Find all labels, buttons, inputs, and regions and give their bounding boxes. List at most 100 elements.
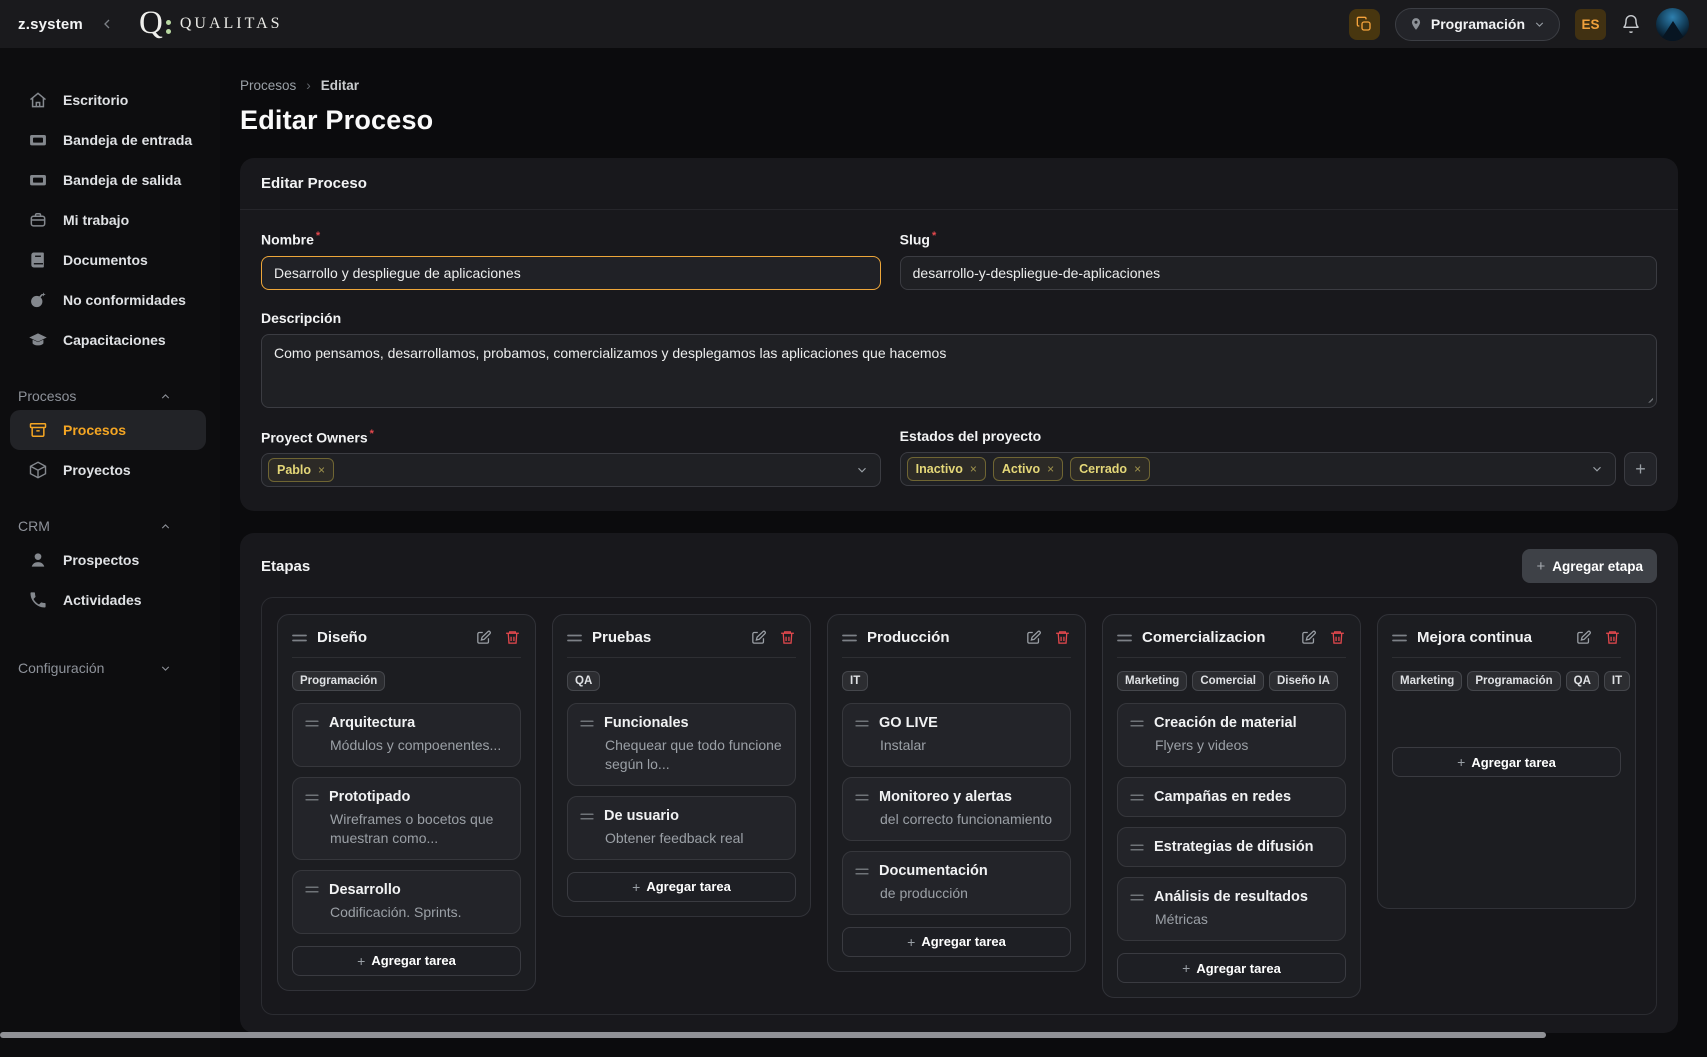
sidebar-item-bandeja-entrada[interactable]: Bandeja de entrada [0, 120, 220, 160]
task-card[interactable]: Campañas en redes [1117, 777, 1346, 817]
drag-handle-icon[interactable] [1117, 633, 1132, 643]
sidebar-item-bandeja-salida[interactable]: Bandeja de salida [0, 160, 220, 200]
remove-tag-icon[interactable]: × [318, 463, 325, 477]
remove-tag-icon[interactable]: × [1134, 462, 1141, 476]
owner-tag[interactable]: Pablo × [268, 458, 334, 482]
add-task-button[interactable]: +Agregar tarea [292, 946, 521, 976]
task-card[interactable]: Creación de material Flyers y videos [1117, 703, 1346, 767]
drag-handle-icon[interactable] [580, 812, 594, 821]
sidebar-group-procesos[interactable]: Procesos [18, 388, 172, 404]
etapas-card: Etapas + Agregar etapa Diseño [240, 533, 1678, 1033]
drag-handle-icon[interactable] [292, 633, 307, 643]
task-card[interactable]: Análisis de resultados Métricas [1117, 877, 1346, 941]
sidebar-item-capacitaciones[interactable]: Capacitaciones [0, 320, 220, 360]
drag-handle-icon[interactable] [305, 793, 319, 802]
stage-column-comercializacion: Comercializacion Marketing Comercial Dis… [1102, 614, 1361, 998]
card-title: Editar Proceso [240, 158, 1678, 210]
edit-stage-button[interactable] [1300, 629, 1317, 646]
delete-stage-button[interactable] [504, 629, 521, 646]
app-window: z.system Q QUALITAS Programación ES [0, 0, 1707, 1057]
stage-column-mejora-continua: Mejora continua Marketing Programación Q… [1377, 614, 1636, 909]
breadcrumb: Procesos › Editar [240, 78, 1678, 93]
drag-handle-icon[interactable] [1130, 893, 1144, 902]
sidebar-item-documentos[interactable]: Documentos [0, 240, 220, 280]
task-card[interactable]: Documentación de producción [842, 851, 1071, 915]
estado-tag[interactable]: Cerrado × [1070, 457, 1150, 481]
drag-handle-icon[interactable] [855, 719, 869, 728]
task-card[interactable]: Desarrollo Codificación. Sprints. [292, 870, 521, 934]
descripcion-textarea[interactable]: Como pensamos, desarrollamos, probamos, … [261, 334, 1657, 408]
pencil-icon [475, 629, 492, 646]
sidebar-item-prospectos[interactable]: Prospectos [0, 540, 220, 580]
task-card[interactable]: Funcionales Chequear que todo funcione s… [567, 703, 796, 786]
drag-handle-icon[interactable] [855, 793, 869, 802]
task-card[interactable]: De usuario Obtener feedback real [567, 796, 796, 860]
avatar[interactable] [1656, 8, 1689, 41]
bell-icon[interactable] [1621, 14, 1641, 34]
delete-stage-button[interactable] [1329, 629, 1346, 646]
edit-stage-button[interactable] [475, 629, 492, 646]
drag-handle-icon[interactable] [1130, 719, 1144, 728]
edit-stage-button[interactable] [1025, 629, 1042, 646]
breadcrumb-procesos[interactable]: Procesos [240, 78, 296, 93]
plus-icon: + [1536, 558, 1545, 575]
pencil-icon [1300, 629, 1317, 646]
required-asterisk: * [370, 428, 374, 440]
task-card[interactable]: Prototipado Wireframes o bocetos que mue… [292, 777, 521, 860]
drag-handle-icon[interactable] [305, 885, 319, 894]
copy-button[interactable] [1349, 9, 1380, 40]
task-card[interactable]: Estrategias de difusión [1117, 827, 1346, 867]
drag-handle-icon[interactable] [1392, 633, 1407, 643]
drag-handle-icon[interactable] [842, 633, 857, 643]
sidebar-item-mi-trabajo[interactable]: Mi trabajo [0, 200, 220, 240]
page-title: Editar Proceso [240, 105, 1678, 136]
add-task-button[interactable]: +Agregar tarea [1392, 747, 1621, 777]
book-icon [28, 250, 48, 270]
task-card[interactable]: GO LIVE Instalar [842, 703, 1071, 767]
remove-tag-icon[interactable]: × [970, 462, 977, 476]
graduation-cap-icon [28, 330, 48, 350]
estados-select[interactable]: Inactivo × Activo × Cerrado × [900, 452, 1616, 486]
sidebar-item-escritorio[interactable]: Escritorio [0, 80, 220, 120]
delete-stage-button[interactable] [1604, 629, 1621, 646]
delete-stage-button[interactable] [1054, 629, 1071, 646]
task-card[interactable]: Arquitectura Módulos y compoenentes... [292, 703, 521, 767]
slug-input[interactable] [900, 256, 1657, 290]
sidebar-group-configuracion[interactable]: Configuración [18, 660, 172, 676]
add-stage-button[interactable]: + Agregar etapa [1522, 549, 1657, 583]
trash-icon [1054, 629, 1071, 646]
trash-icon [504, 629, 521, 646]
slug-label: Slug* [900, 230, 1657, 248]
add-task-button[interactable]: +Agregar tarea [842, 927, 1071, 957]
topbar: z.system Q QUALITAS Programación ES [0, 0, 1707, 48]
workspace-dropdown[interactable]: Programación [1395, 8, 1560, 41]
sidebar-item-actividades[interactable]: Actividades [0, 580, 220, 620]
add-task-button[interactable]: +Agregar tarea [1117, 953, 1346, 983]
horizontal-scrollbar[interactable] [0, 1032, 1546, 1038]
edit-stage-button[interactable] [750, 629, 767, 646]
drag-handle-icon[interactable] [855, 867, 869, 876]
edit-stage-button[interactable] [1575, 629, 1592, 646]
language-badge[interactable]: ES [1575, 9, 1606, 40]
sidebar-group-crm[interactable]: CRM [18, 518, 172, 534]
add-estado-button[interactable]: + [1624, 452, 1657, 486]
drag-handle-icon[interactable] [1130, 843, 1144, 852]
edit-process-card: Editar Proceso Nombre* Slug* Descripción [240, 158, 1678, 511]
sidebar-item-no-conformidades[interactable]: No conformidades [0, 280, 220, 320]
estado-tag[interactable]: Activo × [993, 457, 1063, 481]
delete-stage-button[interactable] [779, 629, 796, 646]
plus-icon: + [632, 879, 640, 895]
add-task-button[interactable]: +Agregar tarea [567, 872, 796, 902]
chevron-left-icon[interactable] [99, 16, 115, 32]
task-card[interactable]: Monitoreo y alertas del correcto funcion… [842, 777, 1071, 841]
owners-select[interactable]: Pablo × [261, 453, 881, 487]
drag-handle-icon[interactable] [567, 633, 582, 643]
estado-tag[interactable]: Inactivo × [907, 457, 986, 481]
remove-tag-icon[interactable]: × [1047, 462, 1054, 476]
drag-handle-icon[interactable] [305, 719, 319, 728]
drag-handle-icon[interactable] [1130, 793, 1144, 802]
nombre-input[interactable] [261, 256, 881, 290]
drag-handle-icon[interactable] [580, 719, 594, 728]
sidebar-item-procesos[interactable]: Procesos [10, 410, 206, 450]
sidebar-item-proyectos[interactable]: Proyectos [0, 450, 220, 490]
